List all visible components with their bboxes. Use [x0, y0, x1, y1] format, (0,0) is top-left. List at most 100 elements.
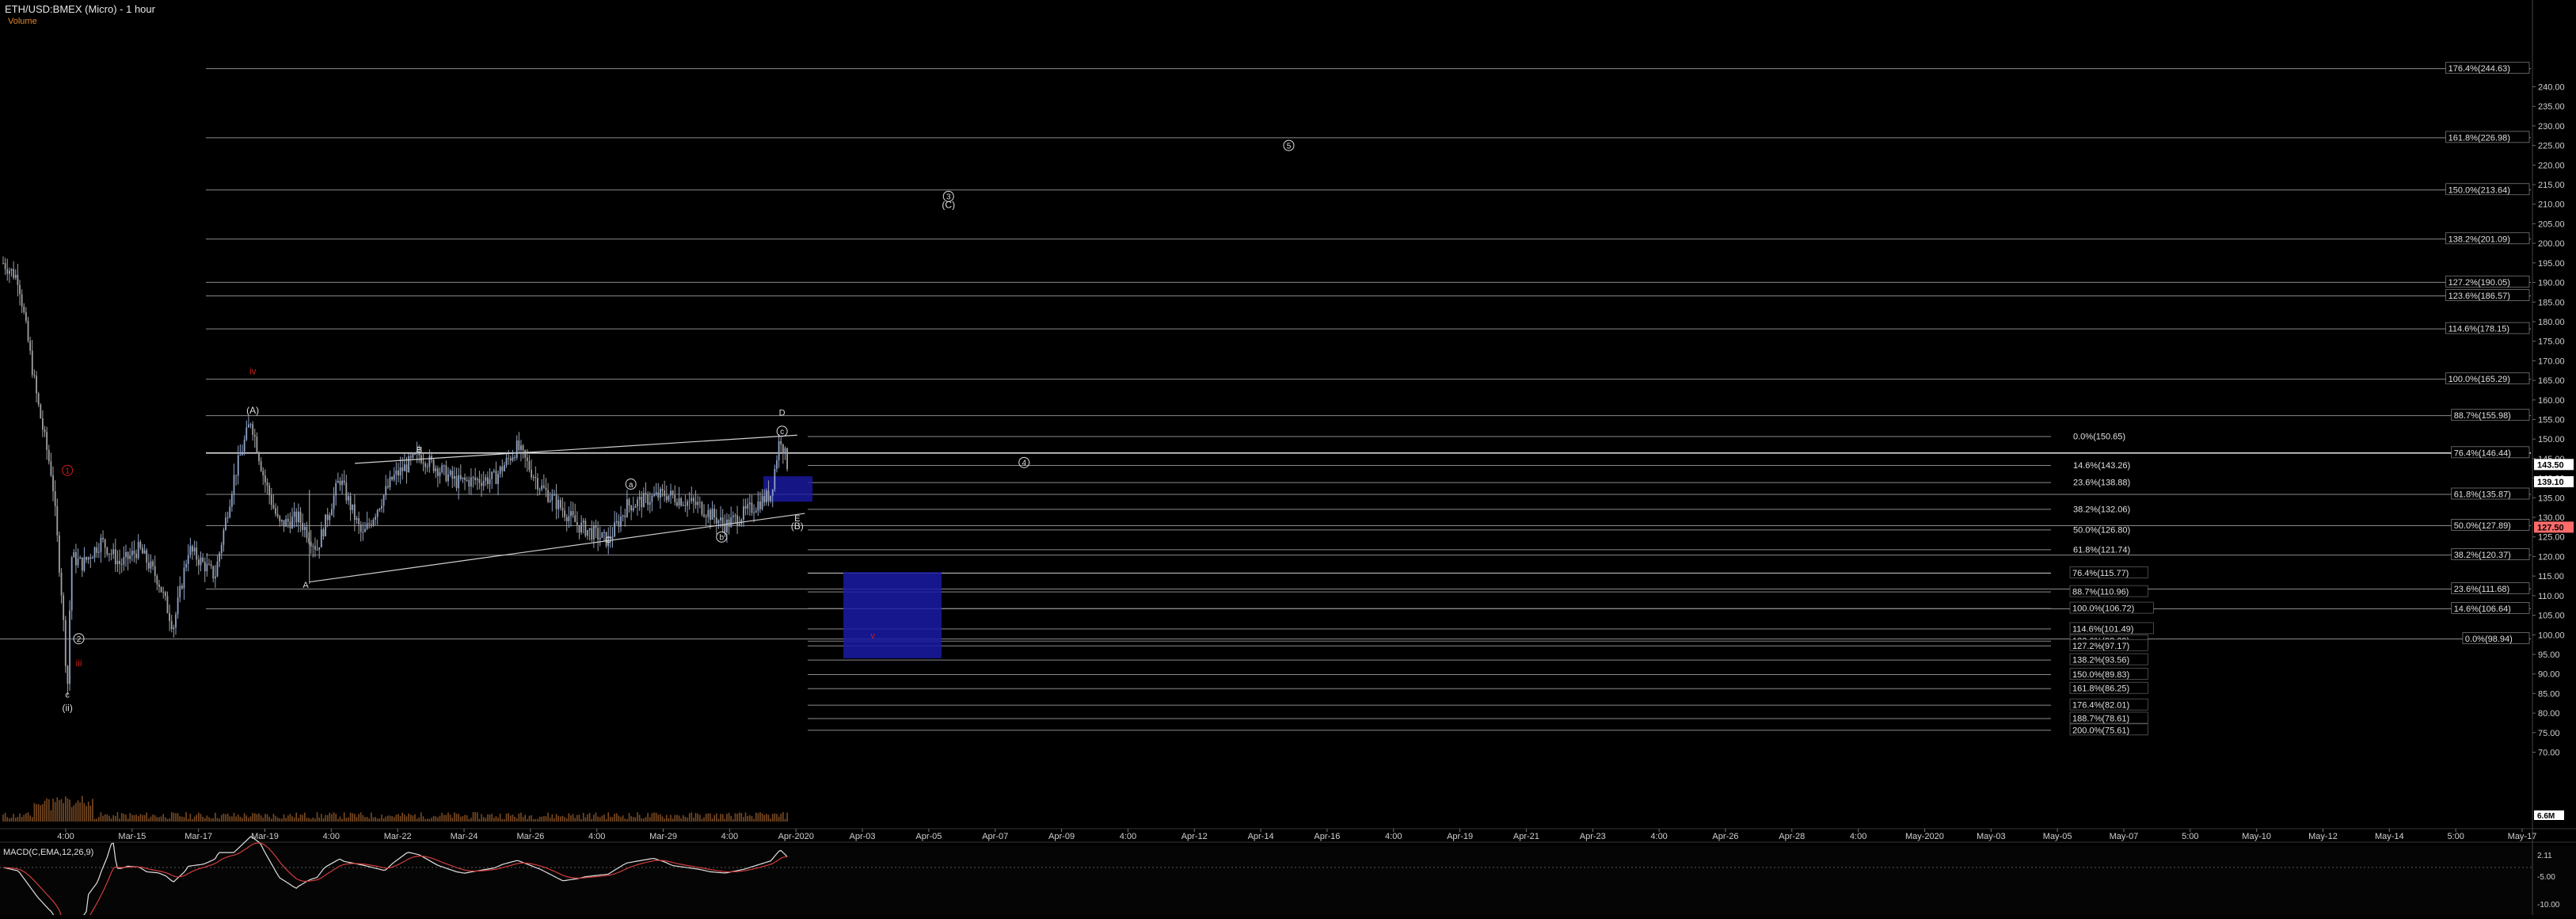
candle-body: [70, 557, 73, 611]
candle-body: [774, 468, 776, 490]
candle-body: [208, 563, 210, 565]
price-chart[interactable]: 176.4%(244.63) 161.8%(226.98) 150.0%(213.6…: [0, 0, 2576, 919]
candle-body: [86, 557, 87, 560]
candle-body: [129, 555, 131, 559]
candle-body: [242, 452, 243, 456]
candle-body: [13, 269, 15, 278]
candle-body: [554, 494, 555, 496]
candle-body: [744, 506, 747, 509]
candle-body: [485, 477, 487, 481]
candle-body: [767, 490, 770, 501]
candle-body: [27, 320, 29, 341]
candle-body: [670, 490, 672, 496]
candle-body: [432, 459, 435, 471]
fib-upper-label: 123.6%(186.57): [2449, 292, 2510, 301]
wave-label: iii: [76, 658, 82, 669]
candle-body: [97, 551, 100, 553]
candle-body: [649, 501, 651, 505]
candle-body: [784, 448, 786, 454]
candle-body: [156, 576, 158, 585]
candle-body: [508, 457, 510, 459]
candle-body: [160, 586, 162, 593]
candle-body: [443, 465, 445, 467]
candle-body: [476, 479, 478, 481]
candle-body: [499, 467, 501, 475]
candle-body: [17, 274, 19, 285]
candle-body: [711, 509, 713, 521]
candle-body: [44, 429, 46, 433]
candle-body: [707, 509, 710, 517]
candle-body: [93, 547, 96, 558]
time-tick-label: Apr-07: [982, 832, 1008, 841]
candle-body: [393, 475, 395, 480]
candle-body: [31, 350, 33, 376]
candle-body: [601, 532, 603, 538]
candle-body: [615, 521, 618, 523]
candle-body: [501, 467, 504, 471]
candle-body: [196, 547, 198, 560]
candle-body: [428, 456, 431, 467]
fib-upper-label: 14.6%(106.64): [2454, 604, 2511, 614]
candle-body: [526, 457, 528, 461]
macd-axis-label: 2.11: [2537, 852, 2552, 860]
candle-body: [25, 312, 27, 321]
fib-extension-label: 138.2%(93.56): [2072, 656, 2129, 665]
candle-body: [220, 544, 223, 554]
time-tick-label: Apr-12: [1181, 832, 1208, 841]
candle-body: [431, 456, 432, 460]
candle-body: [326, 514, 329, 521]
candle-body: [409, 456, 412, 458]
candle-body: [247, 424, 249, 428]
fib-extension-label: 161.8%(86.25): [2072, 684, 2129, 694]
price-tick-label: 195.00: [2538, 259, 2565, 269]
candle-body: [104, 539, 106, 548]
price-tick-label: 160.00: [2538, 396, 2565, 406]
wave-label: B: [417, 446, 422, 456]
candle-body: [512, 457, 514, 461]
candle-body: [591, 528, 593, 540]
fib-extension-label: 114.6%(101.49): [2072, 624, 2133, 634]
candle-body: [119, 560, 120, 564]
candle-body: [761, 496, 763, 509]
time-tick-label: Apr-03: [850, 832, 876, 841]
candle-body: [64, 620, 67, 666]
candle-body: [721, 517, 724, 524]
wave-circle-label: 4: [1022, 459, 1026, 468]
fib-upper-label: 61.8%(135.87): [2454, 490, 2511, 500]
candle-body: [578, 524, 580, 533]
candle-body: [193, 547, 196, 552]
wave-circle-label: 5: [1287, 142, 1292, 151]
price-badge-label: 139.10: [2537, 478, 2564, 487]
price-tick-label: 95.00: [2538, 650, 2560, 660]
candle-body: [112, 549, 115, 555]
price-tick-label: 165.00: [2538, 376, 2565, 386]
candle-body: [439, 471, 441, 476]
candle-body: [120, 563, 123, 565]
candle-body: [366, 523, 368, 529]
macd-axis-label: -5.00: [2537, 873, 2555, 882]
candle-body: [77, 559, 79, 566]
candle-body: [776, 459, 778, 469]
candle-body: [678, 498, 680, 506]
candle-body: [169, 612, 170, 621]
candle-body: [672, 490, 674, 496]
time-tick-label: 4:00: [1385, 832, 1402, 841]
candle-body: [299, 511, 302, 523]
price-badge-label: 127.50: [2537, 523, 2564, 532]
candle-body: [298, 511, 299, 523]
candle-body: [661, 489, 664, 491]
candle-body: [717, 520, 720, 524]
time-tick-label: Apr-23: [1580, 832, 1606, 841]
volume-badge-label: 6.6M: [2537, 812, 2555, 821]
price-tick-label: 85.00: [2538, 689, 2560, 699]
candle-body: [253, 434, 256, 437]
candle-body: [682, 505, 684, 506]
fib-upper-label: 50.0%(127.89): [2454, 521, 2511, 531]
price-tick-label: 235.00: [2538, 102, 2565, 112]
candle-body: [726, 519, 728, 532]
candle-body: [352, 504, 354, 510]
candle-body: [56, 505, 59, 536]
candle-body: [214, 576, 216, 578]
candle-body: [516, 440, 518, 459]
candle-body: [2, 262, 4, 264]
